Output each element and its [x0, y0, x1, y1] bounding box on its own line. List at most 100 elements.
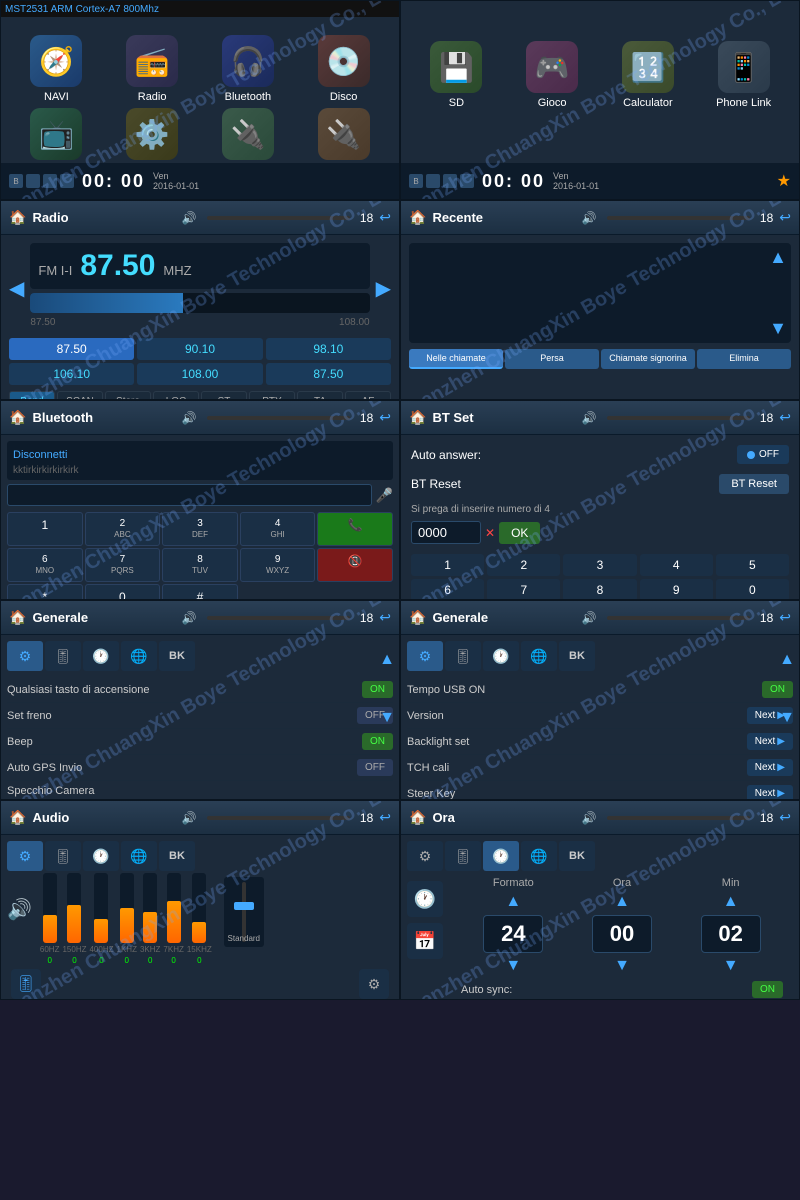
num-hash[interactable]: # — [162, 584, 238, 600]
ora-ora-down[interactable]: ▼ — [614, 957, 630, 975]
app-gioco[interactable]: 🎮 Gioco — [507, 41, 598, 109]
bt-mic-icon[interactable]: 🎤 — [376, 487, 393, 504]
recente-down-icon[interactable]: ▼ — [769, 318, 787, 339]
radio-prev-btn[interactable]: ◀ — [9, 276, 24, 301]
audio-tab-settings[interactable]: ⚙ — [7, 841, 43, 871]
bt-reset-btn[interactable]: BT Reset — [719, 474, 789, 494]
btset-8[interactable]: 8 — [563, 579, 636, 600]
ora-back-icon[interactable]: ↩ — [779, 809, 791, 826]
audio-back-icon[interactable]: ↩ — [379, 809, 391, 826]
eq-bar-0[interactable]: 60HZ 0 — [40, 873, 60, 965]
btset-3[interactable]: 3 — [563, 554, 636, 576]
ora-sync-toggle[interactable]: ON — [752, 981, 783, 998]
gen1-toggle-3[interactable]: OFF — [357, 759, 393, 776]
gen1-vol-slider[interactable] — [207, 616, 350, 620]
ora-ora-up[interactable]: ▲ — [614, 893, 630, 911]
pin-clear-btn[interactable]: ✕ — [485, 526, 495, 540]
gen1-tab-settings[interactable]: ⚙ — [7, 641, 43, 671]
ora-min-down[interactable]: ▼ — [723, 957, 739, 975]
gen2-tab-clock[interactable]: 🕐 — [483, 641, 519, 671]
app-bluetooth[interactable]: 🎧 Bluetooth — [203, 35, 294, 103]
gen2-next-2[interactable]: Next▶ — [747, 733, 793, 750]
eq-bar-3[interactable]: 1KHZ 0 — [117, 873, 137, 965]
eq-bar-2[interactable]: 400HZ 0 — [89, 873, 113, 965]
btset-9[interactable]: 9 — [640, 579, 713, 600]
app-radio[interactable]: 📻 Radio — [107, 35, 198, 103]
num-9[interactable]: 9WXYZ — [240, 548, 316, 582]
tab-nelle-chiamate[interactable]: Nelle chiamate — [409, 349, 503, 369]
audio-tab-eq[interactable]: 🎚 — [45, 841, 81, 871]
bt-home-icon[interactable]: 🏠 — [9, 409, 26, 426]
radio-home-icon[interactable]: 🏠 — [9, 209, 26, 226]
preset-6[interactable]: 87.50 — [266, 363, 391, 385]
auto-answer-toggle[interactable]: OFF — [737, 445, 789, 464]
eq-bar-4[interactable]: 3KHZ 0 — [140, 873, 160, 965]
preset-2[interactable]: 90.10 — [137, 338, 262, 360]
ctrl-band[interactable]: Band — [9, 391, 55, 400]
ok-btn[interactable]: OK — [499, 522, 540, 544]
hangup-btn[interactable]: 📵 — [317, 548, 393, 582]
ctrl-scan[interactable]: SCAN — [57, 391, 103, 400]
audio-tab-bk[interactable]: BK — [159, 841, 195, 871]
btset-5[interactable]: 5 — [716, 554, 789, 576]
bt-disconnect-btn[interactable]: Disconnetti — [13, 449, 67, 461]
ora-tab-bk[interactable]: BK — [559, 841, 595, 871]
gen2-vol-slider[interactable] — [607, 616, 750, 620]
audio-vol-slider[interactable] — [207, 816, 350, 820]
gen1-tab-eq[interactable]: 🎚 — [45, 641, 81, 671]
app-navi[interactable]: 🧭 NAVI — [11, 35, 102, 103]
gen1-home-icon[interactable]: 🏠 — [9, 609, 26, 626]
ctrl-loc[interactable]: LOC — [153, 391, 199, 400]
ora-formato-down[interactable]: ▼ — [505, 957, 521, 975]
audio-tab-globe[interactable]: 🌐 — [121, 841, 157, 871]
call-btn[interactable]: 📞 — [317, 512, 393, 546]
preset-1[interactable]: 87.50 — [9, 338, 134, 360]
ctrl-af[interactable]: AF — [345, 391, 391, 400]
radio-back-icon[interactable]: ↩ — [379, 209, 391, 226]
ctrl-st[interactable]: ST — [201, 391, 247, 400]
num-4[interactable]: 4GHI — [240, 512, 316, 546]
app-sd[interactable]: 💾 SD — [411, 41, 502, 109]
gen2-scroll-down[interactable]: ▼ — [779, 709, 795, 727]
ora-tab-clock[interactable]: 🕐 — [483, 841, 519, 871]
ora-calendar-icon[interactable]: 📅 — [407, 923, 443, 959]
gen1-scroll-down[interactable]: ▼ — [379, 709, 395, 727]
gen1-tab-globe[interactable]: 🌐 — [121, 641, 157, 671]
ora-tab-eq[interactable]: 🎚 — [445, 841, 481, 871]
tab-persa[interactable]: Persa — [505, 349, 599, 369]
btset-vol-slider[interactable] — [607, 416, 750, 420]
eq-bar-1[interactable]: 150HZ 0 — [62, 873, 86, 965]
preset-4[interactable]: 106.10 — [9, 363, 134, 385]
preset-3[interactable]: 98.10 — [266, 338, 391, 360]
btset-back-icon[interactable]: ↩ — [779, 409, 791, 426]
tab-chiamate-sig[interactable]: Chiamate signorina — [601, 349, 695, 369]
pin-input[interactable] — [411, 521, 481, 544]
audio-home-icon[interactable]: 🏠 — [9, 809, 26, 826]
btset-4[interactable]: 4 — [640, 554, 713, 576]
recente-vol-slider[interactable] — [607, 216, 750, 220]
radio-next-btn[interactable]: ▶ — [376, 276, 391, 301]
gen2-scroll-up[interactable]: ▲ — [779, 651, 795, 669]
gen1-back-icon[interactable]: ↩ — [379, 609, 391, 626]
gen1-tab-clock[interactable]: 🕐 — [83, 641, 119, 671]
gen2-next-4[interactable]: Next▶ — [747, 785, 793, 800]
eq-bar-5[interactable]: 7KHZ 0 — [163, 873, 183, 965]
gen2-tab-settings[interactable]: ⚙ — [407, 641, 443, 671]
recente-back-icon[interactable]: ↩ — [779, 209, 791, 226]
ora-formato-up[interactable]: ▲ — [505, 893, 521, 911]
app-phonelink[interactable]: 📱 Phone Link — [698, 41, 789, 109]
btset-6[interactable]: 6 — [411, 579, 484, 600]
bt-back-icon[interactable]: ↩ — [379, 409, 391, 426]
recente-home-icon[interactable]: 🏠 — [409, 209, 426, 226]
btset-0[interactable]: 0 — [716, 579, 789, 600]
eq-bar-6[interactable]: 15KHZ 0 — [187, 873, 212, 965]
btset-1[interactable]: 1 — [411, 554, 484, 576]
gen2-tab-eq[interactable]: 🎚 — [445, 641, 481, 671]
app-calculator[interactable]: 🔢 Calculator — [603, 41, 694, 109]
ora-tab-globe[interactable]: 🌐 — [521, 841, 557, 871]
ctrl-ta[interactable]: TA — [297, 391, 343, 400]
num-7[interactable]: 7PQRS — [85, 548, 161, 582]
gen1-tab-bk[interactable]: BK — [159, 641, 195, 671]
ora-tab-settings[interactable]: ⚙ — [407, 841, 443, 871]
radio-progress-bar[interactable] — [30, 293, 369, 313]
